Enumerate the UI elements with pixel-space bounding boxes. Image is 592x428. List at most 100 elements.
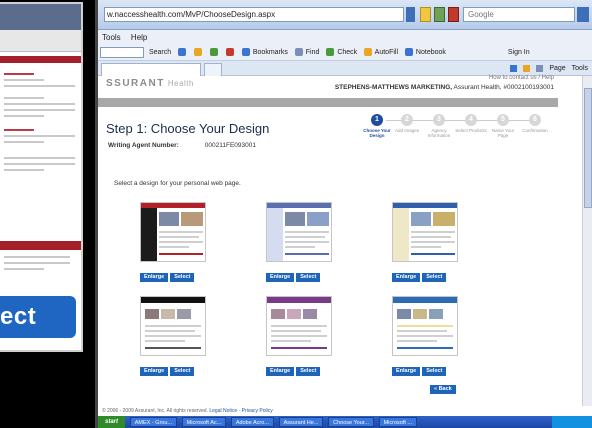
menu-help[interactable]: Help [131, 33, 147, 42]
menu-tools[interactable]: Tools [102, 33, 121, 42]
toolbar-icon[interactable] [194, 48, 203, 57]
toolbar-icon[interactable] [225, 48, 234, 57]
taskbar-item[interactable]: Microsoft ... [378, 417, 417, 427]
header-link[interactable]: How to contact us / Help [489, 75, 554, 81]
search-icon[interactable] [577, 7, 589, 22]
refresh-icon[interactable] [434, 7, 445, 22]
bookmarks-icon[interactable] [241, 48, 250, 57]
instructions: Select a design for your personal web pa… [114, 180, 241, 187]
background-window-footer-text [4, 252, 76, 270]
vertical-scrollbar[interactable] [582, 76, 592, 406]
check-icon[interactable] [326, 48, 335, 57]
design-option-5: Enlarge Select [266, 296, 336, 377]
search-box[interactable]: Google [463, 7, 575, 22]
taskbar-item[interactable]: AMEX - Grou... [129, 417, 177, 427]
taskbar-item[interactable]: Adobe Acro... [230, 417, 274, 427]
background-window-red-footer [0, 241, 81, 250]
design-option-4: Enlarge Select [140, 296, 210, 377]
agent-number-row: Writing Agent Number: 000211FE093001 [108, 142, 256, 149]
taskbar-item[interactable]: Assurant He... [278, 417, 324, 427]
background-window-red-band [0, 56, 81, 63]
design-thumbnail-5[interactable] [266, 296, 332, 356]
toolbar-autofill[interactable]: AutoFill [375, 49, 398, 56]
browser-tab[interactable] [101, 63, 201, 76]
step-2: 2 Add Images [394, 114, 419, 133]
autofill-icon[interactable] [364, 48, 373, 57]
enlarge-button[interactable]: Enlarge [392, 367, 421, 376]
background-window-content [0, 73, 81, 171]
taskbar-item[interactable]: Microsoft Ac... [181, 417, 227, 427]
address-dropdown-icon[interactable] [406, 7, 415, 22]
enlarge-button[interactable]: Enlarge [140, 367, 169, 376]
design-option-2: Enlarge Select [266, 202, 336, 283]
select-design-button[interactable]: Select [296, 367, 321, 376]
step-4: 4 Select Products [455, 114, 487, 133]
select-design-button[interactable]: Select [170, 367, 195, 376]
select-design-button[interactable]: Select [296, 273, 321, 282]
page-menu[interactable]: Page [549, 65, 565, 72]
step-6: 6 Confirmation [522, 114, 548, 133]
google-search-input[interactable] [100, 46, 144, 58]
back-button[interactable]: « Back [430, 385, 456, 394]
print-icon[interactable] [536, 64, 544, 72]
page-title: Step 1: Choose Your Design [106, 121, 270, 136]
background-window-titlebar [0, 4, 81, 30]
new-tab[interactable] [204, 63, 222, 76]
header-band [98, 98, 558, 107]
toolbar-bookmarks[interactable]: Bookmarks [253, 49, 288, 56]
taskbar: start AMEX - Grou... Microsoft Ac... Ado… [98, 416, 592, 428]
address-bar[interactable]: w.naccesshealth.com/MvP/ChooseDesign.asp… [104, 7, 404, 22]
agency-info: STEPHENS-MATTHEWS MARKETING, Assurant He… [334, 84, 554, 91]
address-bar-row: w.naccesshealth.com/MvP/ChooseDesign.asp… [98, 0, 592, 30]
enlarge-button[interactable]: Enlarge [140, 273, 169, 282]
page-footer: © 2006 - 2009 Assurant, Inc. All rights … [98, 406, 582, 416]
scrollbar-thumb[interactable] [584, 88, 592, 208]
command-buttons: Page Tools [506, 61, 588, 76]
design-thumbnail-1[interactable] [140, 202, 206, 262]
find-icon[interactable] [294, 48, 303, 57]
step-5: 5 Name Your Page [491, 114, 515, 138]
select-design-button[interactable]: Select [170, 273, 195, 282]
toolbar-icon[interactable] [210, 48, 218, 57]
assurant-logo: SSURANT Health [106, 78, 194, 89]
design-thumbnail-2[interactable] [266, 202, 332, 262]
stop-icon[interactable] [448, 7, 459, 22]
enlarge-button[interactable]: Enlarge [266, 273, 295, 282]
toolbar-sign-in[interactable]: Sign In [508, 49, 530, 56]
step-3: 3 Agency Information [427, 114, 451, 138]
lock-icon[interactable] [420, 7, 431, 22]
home-icon[interactable] [510, 64, 518, 72]
tools-menu[interactable]: Tools [572, 65, 588, 72]
start-button[interactable]: start [98, 416, 126, 428]
design-thumbnail-3[interactable] [392, 202, 458, 262]
toolbar-notebook[interactable]: Notebook [416, 49, 446, 56]
toolbar-check[interactable]: Check [337, 49, 357, 56]
taskbar-item[interactable]: Choose Your... [328, 417, 374, 427]
progress-steps: 1 Choose Your Design 2 Add Images 3 Agency … [360, 114, 560, 144]
background-window: ect [0, 2, 83, 352]
google-toolbar: Search Bookmarks Find Check AutoFill Not… [98, 45, 592, 61]
select-button[interactable]: ect [0, 296, 76, 338]
select-design-button[interactable]: Select [422, 367, 447, 376]
design-option-6: Enlarge Select [392, 296, 462, 377]
select-design-button[interactable]: Select [422, 273, 447, 282]
background-window-header [0, 30, 81, 52]
command-bar: Page Tools [98, 61, 592, 76]
toolbar-icon[interactable] [178, 48, 187, 57]
menu-bar: Tools Help [98, 30, 592, 45]
step-1: 1 Choose Your Design [363, 114, 391, 138]
toolbar-search[interactable]: Search [149, 49, 171, 56]
feeds-icon[interactable] [523, 64, 531, 72]
enlarge-button[interactable]: Enlarge [266, 367, 295, 376]
design-thumbnail-6[interactable] [392, 296, 458, 356]
design-thumbnail-4[interactable] [140, 296, 206, 356]
browser-window: w.naccesshealth.com/MvP/ChooseDesign.asp… [95, 0, 592, 428]
enlarge-button[interactable]: Enlarge [392, 273, 421, 282]
design-option-3: Enlarge Select [392, 202, 462, 283]
toolbar-find[interactable]: Find [306, 49, 320, 56]
notebook-icon[interactable] [404, 48, 413, 57]
design-option-1: Enlarge Select [140, 202, 210, 283]
system-tray [552, 416, 592, 428]
web-page: SSURANT Health How to contact us / Help S… [98, 75, 582, 406]
footer-links[interactable]: Legal Notice · Privacy Policy [209, 408, 272, 414]
